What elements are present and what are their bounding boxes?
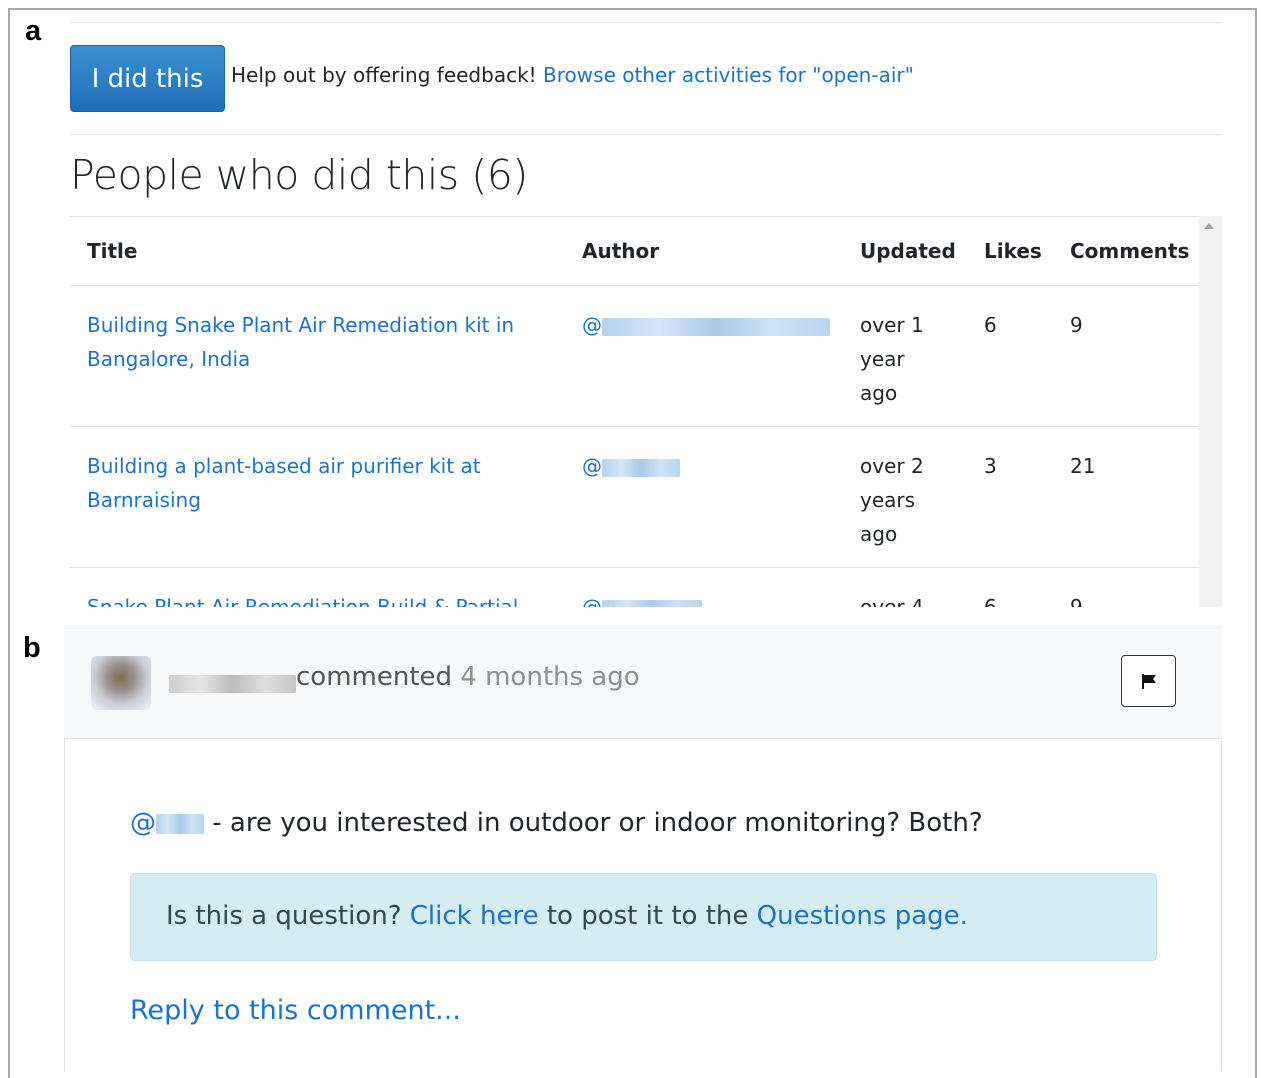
comment-timestamp[interactable]: 4 months ago <box>460 662 639 692</box>
browse-activities-link[interactable]: Browse other activities for "open-air" <box>543 63 914 87</box>
comment-message: - are you interested in outdoor or indoo… <box>212 808 983 838</box>
question-prefix: Is this a question? <box>166 901 402 931</box>
row-title-link[interactable]: Building Snake Plant Air Remediation kit… <box>87 313 514 371</box>
header-author[interactable]: Author <box>565 216 843 286</box>
flag-button[interactable] <box>1121 655 1176 707</box>
page-title: People who did this (6) <box>70 151 528 199</box>
comment-text: @ - are you interested in outdoor or ind… <box>130 808 983 838</box>
row-author-link[interactable]: @ <box>582 313 830 337</box>
redacted-username <box>602 599 702 607</box>
comment-header <box>64 625 1222 739</box>
i-did-this-button[interactable]: I did this <box>70 45 225 112</box>
redacted-username <box>602 458 680 477</box>
panel-a-label: a <box>25 15 42 47</box>
questions-page-link[interactable]: Questions page. <box>757 901 968 931</box>
header-comments[interactable]: Comments <box>1053 216 1199 286</box>
question-middle: to post it to the <box>546 901 749 931</box>
activities-table: Title Author Updated Likes Comments Buil… <box>70 216 1199 607</box>
author-at: @ <box>582 595 602 607</box>
table-row: Building Snake Plant Air Remediation kit… <box>70 285 1199 427</box>
mention-link[interactable]: @ <box>130 808 204 838</box>
divider-middle <box>70 134 1222 135</box>
table-row: Building a plant-based air purifier kit … <box>70 426 1199 568</box>
feedback-bar: Help out by offering feedback! Browse ot… <box>231 63 914 87</box>
mention-at: @ <box>130 808 156 838</box>
click-here-link[interactable]: Click here <box>410 901 539 931</box>
row-likes: 6 <box>984 595 997 607</box>
row-updated: over 4 years <box>860 595 924 607</box>
row-comments: 9 <box>1070 313 1083 337</box>
author-at: @ <box>582 454 602 478</box>
row-likes: 6 <box>984 313 997 337</box>
redacted-mention <box>156 813 204 834</box>
row-author-link[interactable]: @ <box>582 595 702 607</box>
help-text: Help out by offering feedback! <box>231 63 537 87</box>
commented-label: commented <box>296 662 453 692</box>
row-author-link[interactable]: @ <box>582 454 680 478</box>
header-title[interactable]: Title <box>70 216 565 286</box>
row-title-link[interactable]: Building a plant-based air purifier kit … <box>87 454 481 512</box>
row-updated: over 2 years ago <box>860 454 924 546</box>
author-at: @ <box>582 313 602 337</box>
table-row: Snake Plant Air Remediation Build & Part… <box>70 567 1199 607</box>
row-updated: over 1 year ago <box>860 313 924 405</box>
row-comments: 9 <box>1070 595 1083 607</box>
header-updated[interactable]: Updated <box>843 216 967 286</box>
row-title-link[interactable]: Snake Plant Air Remediation Build & Part… <box>87 595 518 607</box>
redacted-commenter-name <box>169 675 296 693</box>
row-likes: 3 <box>984 454 997 478</box>
comment-meta: commented 4 months ago <box>296 662 640 692</box>
row-comments: 21 <box>1070 454 1096 478</box>
flag-icon <box>1141 674 1156 689</box>
reply-link[interactable]: Reply to this comment... <box>130 995 461 1026</box>
avatar[interactable] <box>91 656 151 710</box>
redacted-username <box>602 317 830 336</box>
divider-top <box>70 22 1222 23</box>
table-header-row: Title Author Updated Likes Comments <box>70 216 1199 286</box>
question-alert-text: Is this a question? Click here to post i… <box>166 901 968 931</box>
header-likes[interactable]: Likes <box>967 216 1053 286</box>
scroll-up-arrow-icon[interactable] <box>1204 223 1214 229</box>
table-scrollbar[interactable] <box>1199 216 1222 607</box>
panel-b-label: b <box>23 632 41 664</box>
